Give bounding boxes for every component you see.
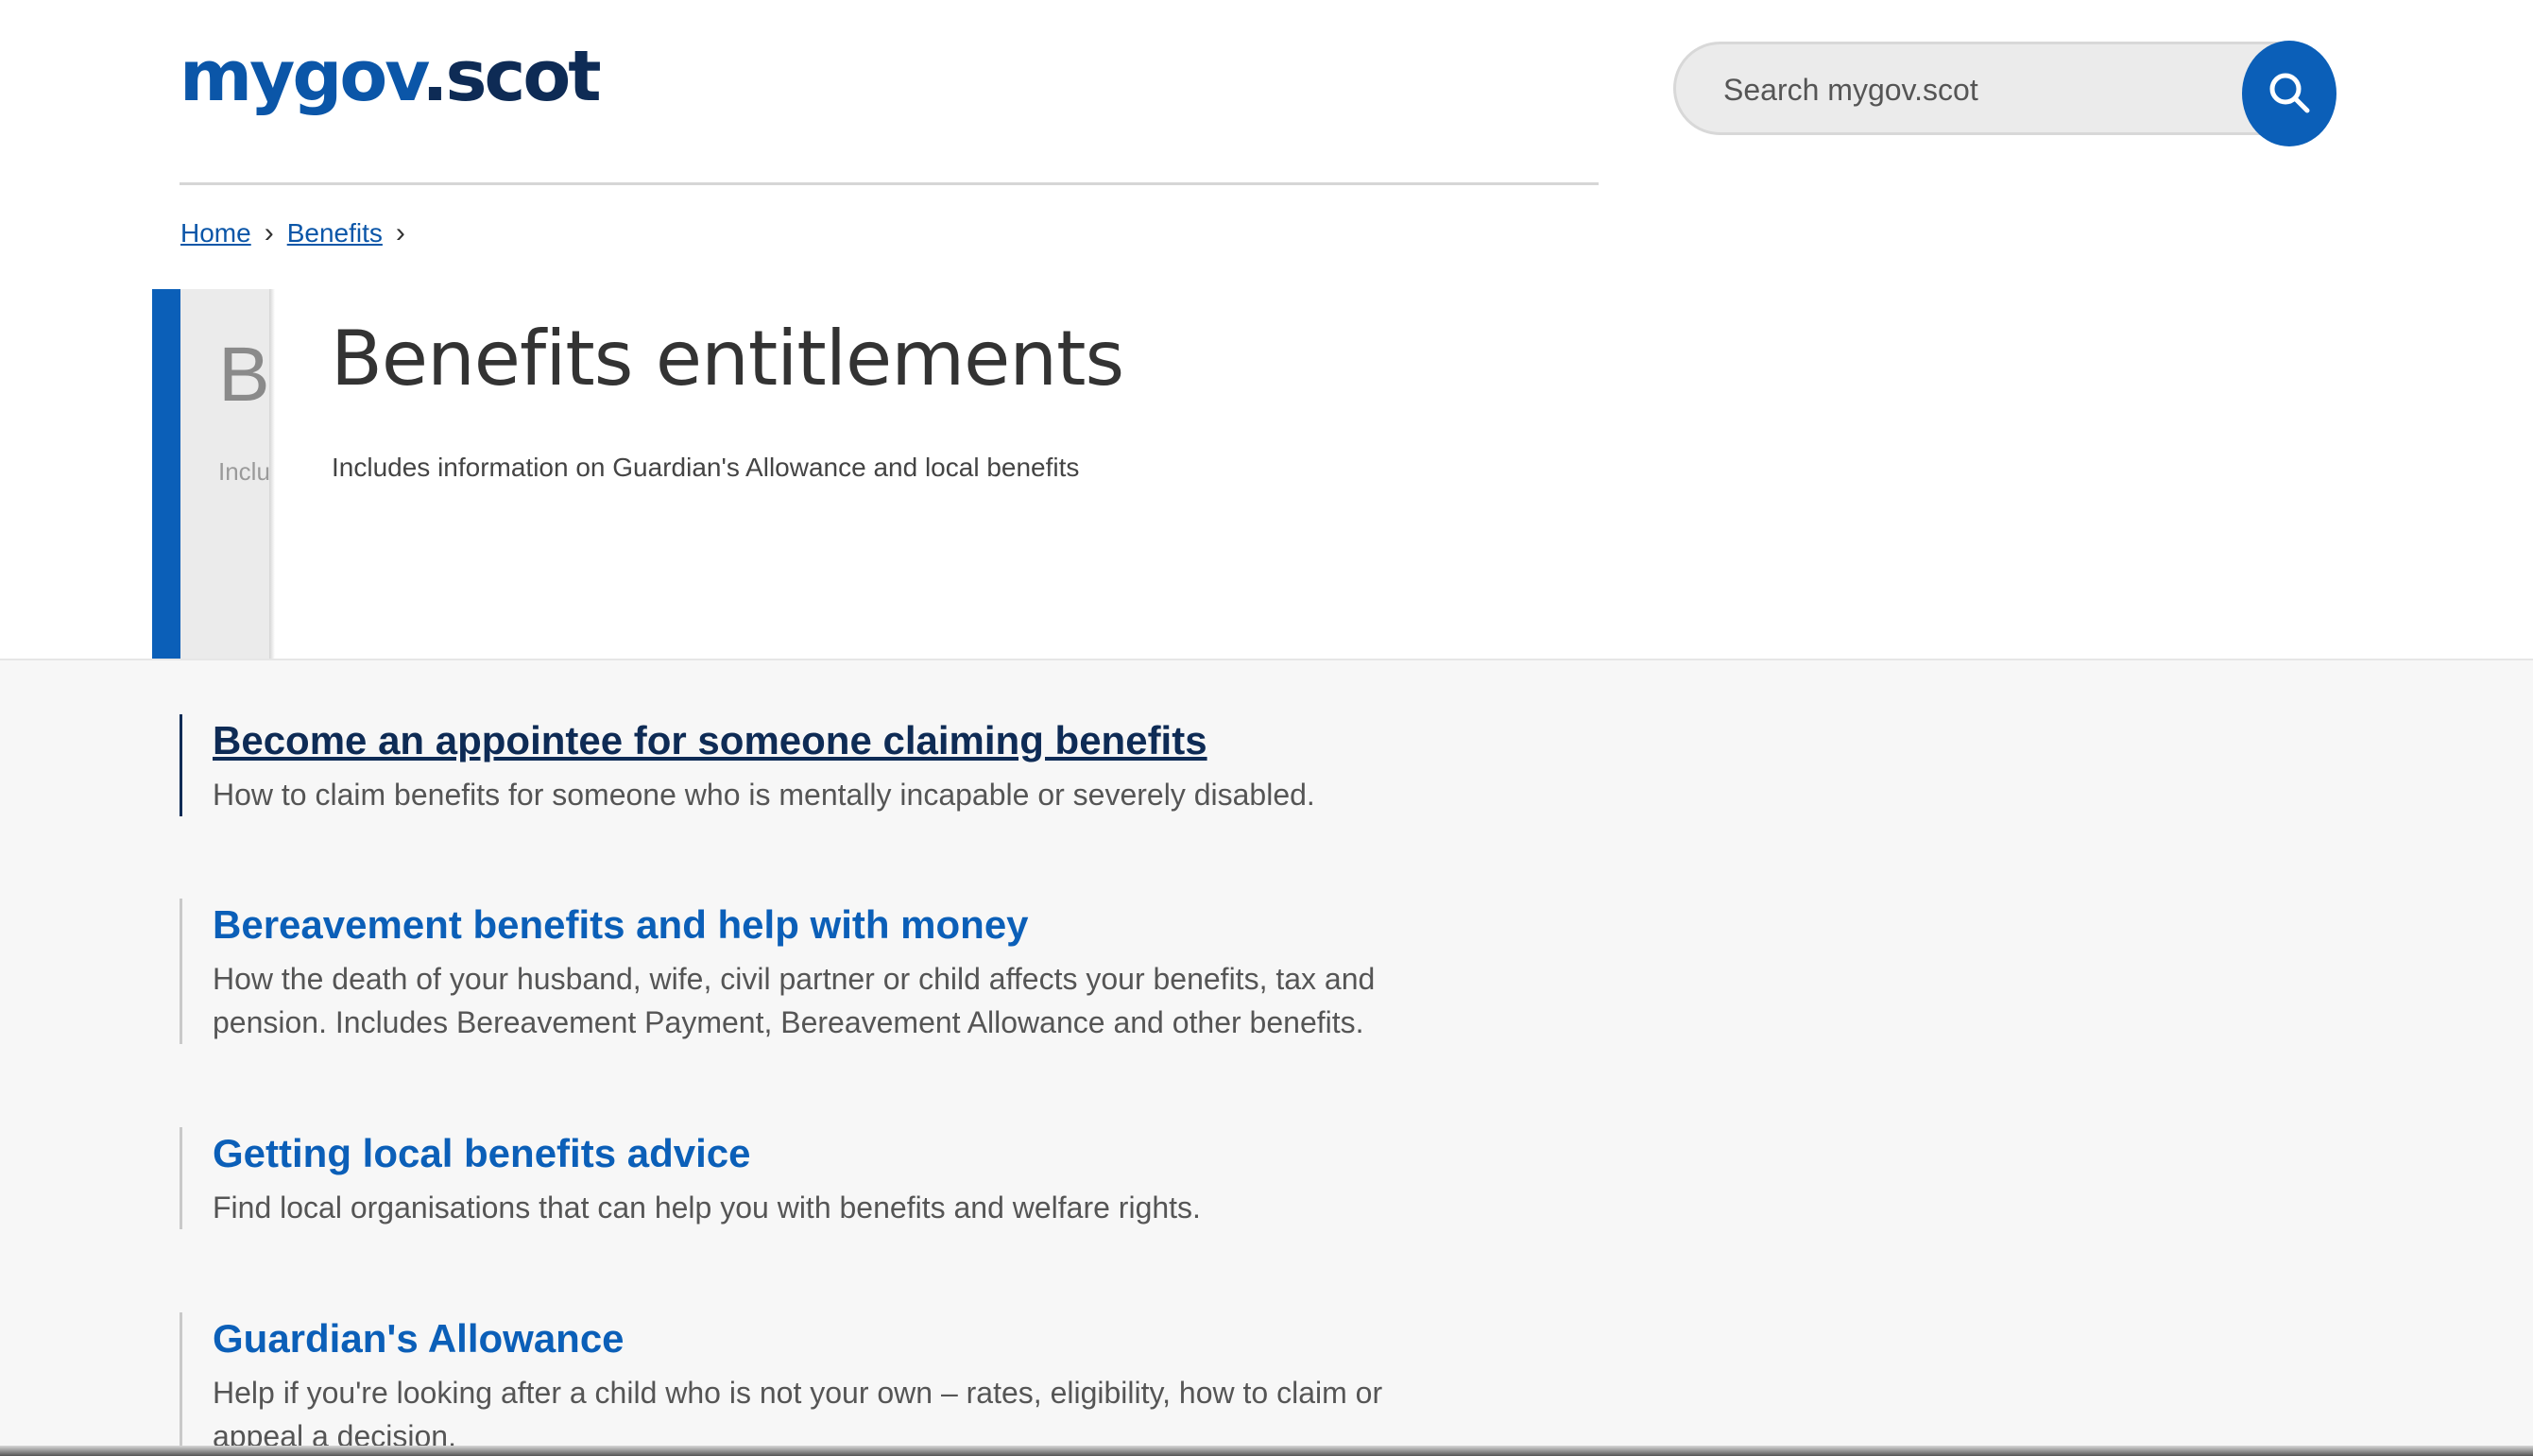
search-button[interactable] [2242,41,2336,146]
page: mygov.scot Home › Benefits › Be Inclu Be… [0,0,2533,1456]
logo-primary: mygov [180,36,424,117]
page-title: Benefits entitlements [331,315,1124,403]
ghost-accent-bar [152,289,180,659]
header-divider [180,182,1599,185]
ghost-subtitle: Inclu [218,457,270,486]
search-field[interactable] [1673,42,2335,135]
list-item-description: How the death of your husband, wife, civ… [213,962,1376,1039]
list-item: Guardian's Allowance Help if you're look… [180,1312,1535,1456]
breadcrumb-chevron-icon: › [395,217,405,248]
list-item-link[interactable]: Guardian's Allowance [213,1312,1535,1365]
ghost-shadow [269,289,275,659]
breadcrumb-home[interactable]: Home [180,218,251,248]
ghost-hero-card: Be Inclu [180,289,273,659]
list-item-link[interactable]: Getting local benefits advice [213,1127,1535,1180]
bottom-edge [0,1446,2533,1456]
logo-secondary: .scot [421,36,601,117]
search-icon [2269,73,2310,113]
breadcrumb: Home › Benefits › [180,217,419,249]
list-item: Become an appointee for someone claiming… [180,714,1535,816]
list-item: Bereavement benefits and help with money… [180,899,1535,1044]
search-input[interactable] [1721,65,2216,114]
list-item: Getting local benefits advice Find local… [180,1127,1535,1229]
list-item-description: How to claim benefits for someone who is… [213,778,1315,812]
breadcrumb-benefits[interactable]: Benefits [287,218,383,248]
list-item-link[interactable]: Become an appointee for someone claiming… [213,714,1535,767]
list-item-link[interactable]: Bereavement benefits and help with money [213,899,1535,951]
list-item-description: Help if you're looking after a child who… [213,1376,1383,1453]
breadcrumb-chevron-icon: › [264,217,274,248]
ghost-title: Be [218,332,273,418]
site-logo[interactable]: mygov.scot [180,42,602,111]
page-summary: Includes information on Guardian's Allow… [332,453,1080,482]
list-item-description: Find local organisations that can help y… [213,1190,1201,1225]
